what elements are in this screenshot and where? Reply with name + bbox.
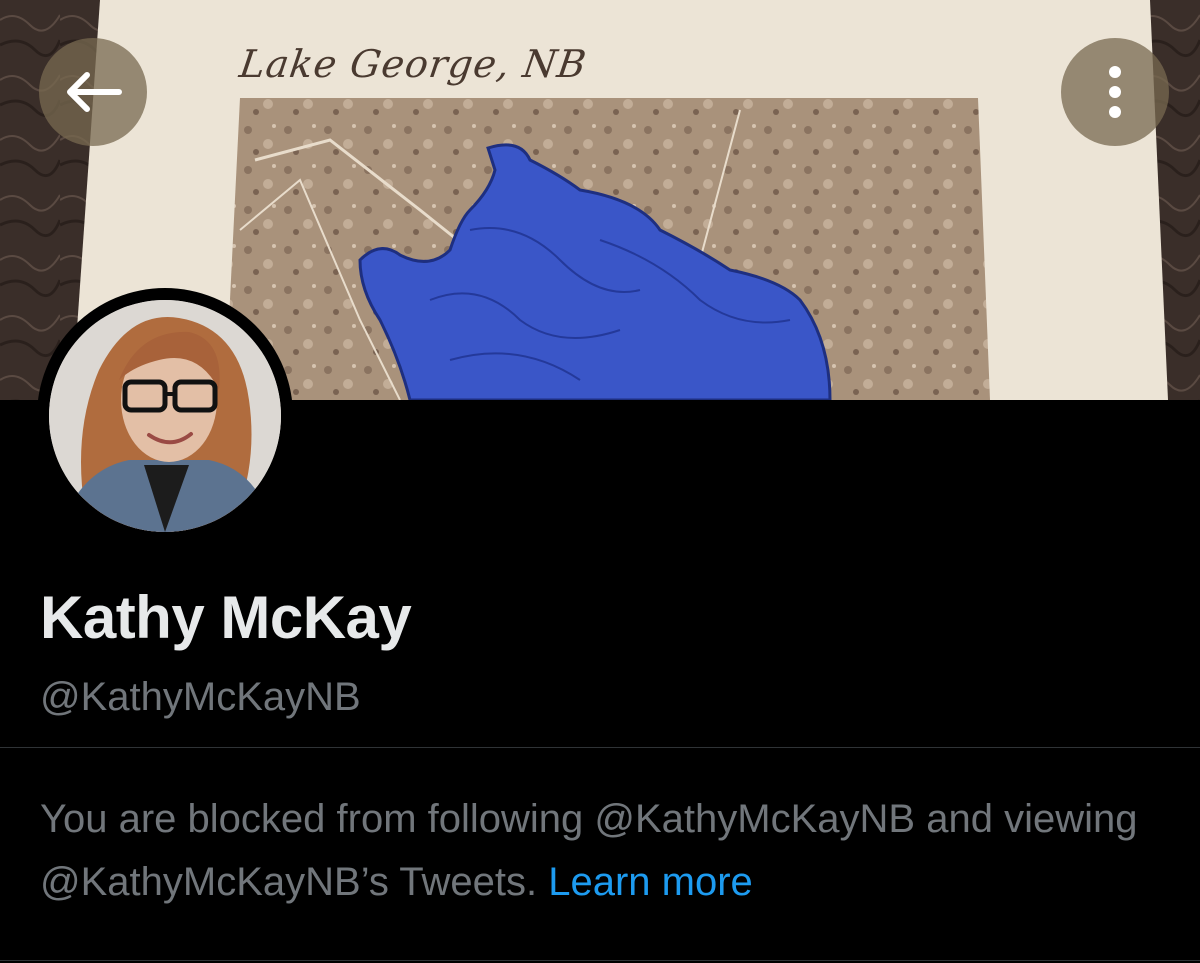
avatar[interactable] bbox=[37, 288, 293, 544]
bottom-divider bbox=[0, 960, 1200, 961]
back-button[interactable] bbox=[39, 38, 147, 146]
blocked-notice: You are blocked from following @KathyMcK… bbox=[40, 788, 1170, 914]
divider bbox=[0, 747, 1200, 748]
profile-display-name: Kathy McKay bbox=[40, 584, 412, 651]
more-options-button[interactable] bbox=[1061, 38, 1169, 146]
more-vertical-icon bbox=[1107, 62, 1123, 122]
banner-map-title: Lake George, NB bbox=[236, 42, 590, 86]
profile-handle: @KathyMcKayNB bbox=[40, 675, 361, 719]
avatar-image bbox=[49, 300, 281, 532]
arrow-left-icon bbox=[63, 70, 123, 114]
learn-more-link[interactable]: Learn more bbox=[548, 860, 753, 904]
